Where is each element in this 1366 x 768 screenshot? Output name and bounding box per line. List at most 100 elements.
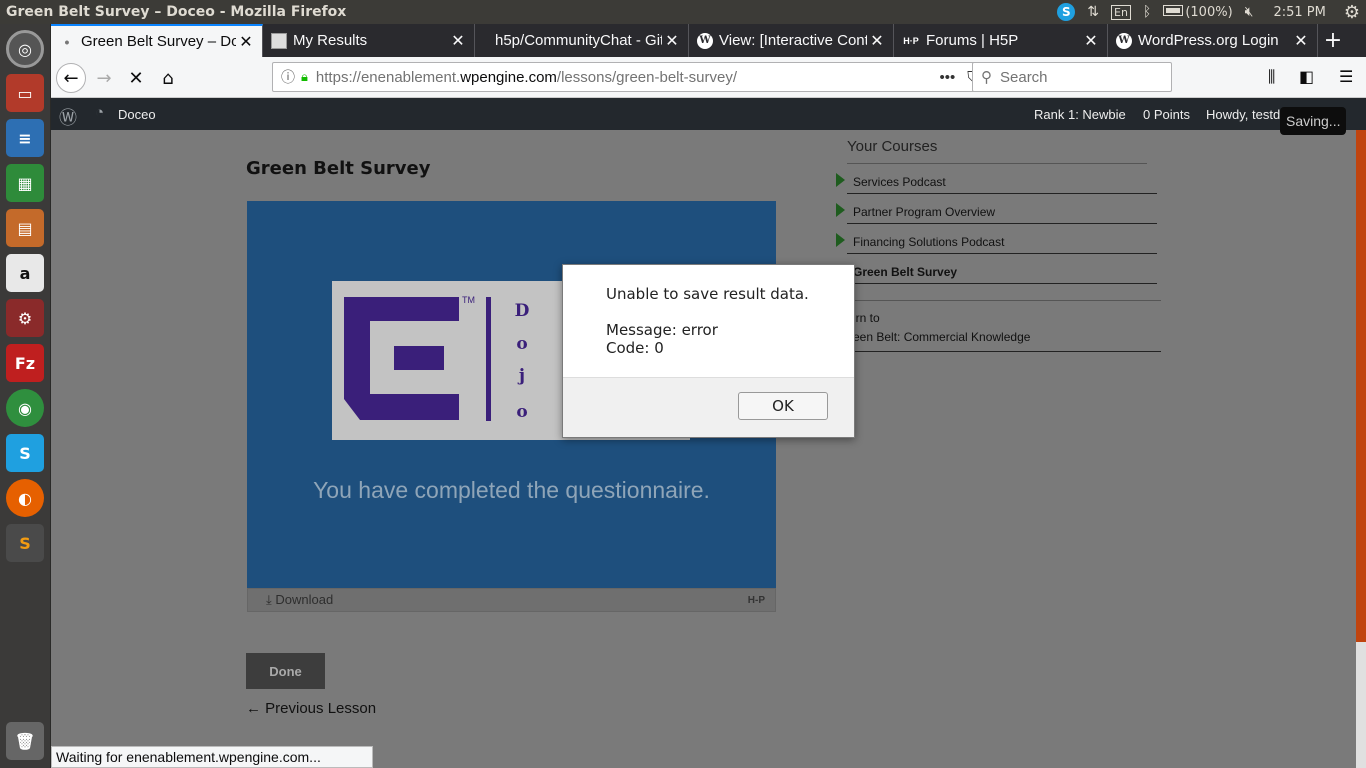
logo-letter: D — [515, 301, 530, 321]
tab-green-belt-survey[interactable]: • Green Belt Survey – Doceo ✕ — [51, 24, 263, 57]
keyboard-layout-indicator[interactable]: En — [1111, 4, 1131, 20]
volume-muted-icon[interactable]: 🔇︎ — [1245, 4, 1254, 20]
network-icon[interactable]: ⇅ — [1087, 4, 1099, 20]
course-item-current[interactable]: Green Belt Survey — [847, 254, 1157, 284]
alert-error-code: Code: 0 — [606, 339, 664, 357]
close-tab-icon[interactable]: ✕ — [867, 31, 887, 51]
system-settings-icon[interactable]: ⚙ — [6, 299, 44, 337]
search-placeholder: Search — [1000, 68, 1048, 86]
alert-dialog: Unable to save result data. Message: err… — [562, 264, 855, 438]
tab-community-chat[interactable]: h5p/CommunityChat - Gitter ✕ — [475, 24, 689, 57]
close-tab-icon[interactable]: ✕ — [662, 31, 682, 51]
chrome-icon[interactable]: ◉ — [6, 389, 44, 427]
gear-icon[interactable]: ⚙ — [1344, 2, 1360, 23]
course-label: Partner Program Overview — [853, 205, 996, 219]
forward-button[interactable]: → — [89, 63, 119, 93]
logo-letter: o — [516, 402, 527, 422]
alert-footer: OK — [563, 377, 854, 437]
download-icon: ⤓ — [266, 592, 276, 607]
return-to-label: urn to — [849, 311, 880, 325]
menu-icon[interactable]: ☰ — [1339, 67, 1353, 86]
url-text[interactable]: https://enenablement.wpengine.com/lesson… — [308, 69, 940, 86]
impress-icon[interactable]: ▤ — [6, 209, 44, 247]
site-name-link[interactable]: Doceo — [118, 107, 156, 122]
lock-icon[interactable]: 🔒︎ — [301, 69, 308, 85]
amazon-icon[interactable]: a — [6, 254, 44, 292]
tab-label: Green Belt Survey – Doceo — [81, 33, 236, 50]
howdy-user-link[interactable]: Howdy, testd — [1206, 107, 1280, 122]
new-tab-button[interactable]: + — [1318, 24, 1348, 57]
tab-my-results[interactable]: My Results ✕ — [263, 24, 475, 57]
status-bar: Waiting for enenablement.wpengine.com... — [51, 746, 373, 768]
previous-lesson-link[interactable]: ← Previous Lesson — [246, 700, 376, 717]
firefox-icon[interactable]: ◐ — [6, 479, 44, 517]
loading-dot-icon: • — [64, 33, 70, 50]
tab-label: My Results — [293, 32, 368, 49]
tab-label: Forums | H5P — [926, 32, 1019, 49]
dash-home-icon[interactable]: ◎ — [6, 30, 44, 68]
close-tab-icon[interactable]: ✕ — [1081, 31, 1101, 51]
wp-admin-bar: Ⓦ ◔ Doceo Rank 1: Newbie 0 Points Howdy,… — [51, 98, 1366, 130]
search-input[interactable]: ⚲ Search — [972, 62, 1172, 92]
battery-indicator[interactable]: (100%) — [1163, 4, 1233, 20]
done-button[interactable]: Done — [246, 653, 325, 689]
download-button[interactable]: ⤓ Download — [266, 592, 333, 608]
page-actions-icon[interactable]: ••• — [940, 69, 956, 86]
sidebar-title: Your Courses — [847, 138, 1147, 164]
alert-message: Unable to save result data. — [606, 285, 809, 303]
rank-label: Rank 1: Newbie — [1034, 107, 1126, 122]
wordpress-logo-icon[interactable]: Ⓦ — [59, 104, 77, 130]
course-item[interactable]: Financing Solutions Podcast — [836, 224, 1157, 254]
skype-tray-icon[interactable]: S — [1057, 3, 1076, 21]
writer-icon[interactable]: ≡ — [6, 119, 44, 157]
course-item[interactable]: Services Podcast — [836, 164, 1157, 194]
window-title: Green Belt Survey – Doceo - Mozilla Fire… — [6, 4, 347, 20]
wordpress-icon: W — [697, 32, 713, 49]
scrollbar-thumb[interactable] — [1356, 130, 1366, 642]
close-tab-icon[interactable]: ✕ — [236, 32, 256, 52]
completed-message: You have completed the questionnaire. — [313, 477, 710, 503]
course-item[interactable]: Partner Program Overview — [836, 194, 1157, 224]
h5p-logo-icon[interactable]: H-P — [748, 595, 765, 606]
library-icon[interactable]: ⫼ — [1268, 67, 1275, 87]
ok-button[interactable]: OK — [738, 392, 828, 420]
sidebar-toggle-icon[interactable]: ◧ — [1299, 67, 1314, 86]
url-bar[interactable]: ⓘ 🔒︎ https://enenablement.wpengine.com/l… — [272, 62, 1013, 92]
saving-tooltip: Saving... — [1280, 107, 1347, 135]
tab-view-interactive-content[interactable]: W View: [Interactive Content] ✕ — [689, 24, 894, 57]
course-label: Services Podcast — [853, 175, 946, 189]
return-course-link[interactable]: reen Belt: Commercial Knowledge — [849, 330, 1161, 344]
trash-icon[interactable]: 🗑︎ — [6, 722, 44, 760]
play-arrow-icon — [836, 203, 845, 217]
course-label: Financing Solutions Podcast — [853, 235, 1005, 249]
calc-icon[interactable]: ▦ — [6, 164, 44, 202]
stop-loading-button[interactable]: ✕ — [121, 63, 151, 93]
dashboard-icon[interactable]: ◔ — [95, 104, 104, 121]
wordpress-icon: W — [1116, 32, 1132, 49]
home-button[interactable]: ⌂ — [153, 63, 183, 93]
play-arrow-icon — [836, 173, 845, 187]
tab-strip: • Green Belt Survey – Doceo ✕ My Results… — [51, 24, 1366, 57]
logo-letter: j — [517, 366, 525, 386]
clock[interactable]: 2:51 PM — [1273, 5, 1325, 20]
tab-wordpress-login[interactable]: W WordPress.org Login ✕ — [1108, 24, 1318, 57]
filezilla-icon[interactable]: Fz — [6, 344, 44, 382]
top-panel: Green Belt Survey – Doceo - Mozilla Fire… — [0, 0, 1366, 24]
sublime-text-icon[interactable]: S — [6, 524, 44, 562]
tab-forums-h5p[interactable]: H·P Forums | H5P ✕ — [894, 24, 1108, 57]
files-icon[interactable]: ▭ — [6, 74, 44, 112]
battery-icon — [1163, 4, 1184, 16]
play-arrow-icon — [836, 233, 845, 247]
back-button[interactable]: ← — [56, 63, 86, 93]
nav-toolbar: ← → ✕ ⌂ ⓘ 🔒︎ https://enenablement.wpengi… — [51, 57, 1366, 98]
return-to-block: urn to reen Belt: Commercial Knowledge — [847, 300, 1161, 352]
close-tab-icon[interactable]: ✕ — [1291, 31, 1311, 51]
bluetooth-icon[interactable]: ᛒ — [1143, 4, 1151, 20]
skype-icon[interactable]: S — [6, 434, 44, 472]
logo-letter: o — [516, 334, 527, 354]
info-icon[interactable]: ⓘ — [281, 67, 295, 87]
alert-error-message: Message: error — [606, 321, 718, 339]
trademark-mark: TM — [462, 295, 475, 305]
close-tab-icon[interactable]: ✕ — [448, 31, 468, 51]
h5p-icon: H·P — [903, 35, 919, 46]
